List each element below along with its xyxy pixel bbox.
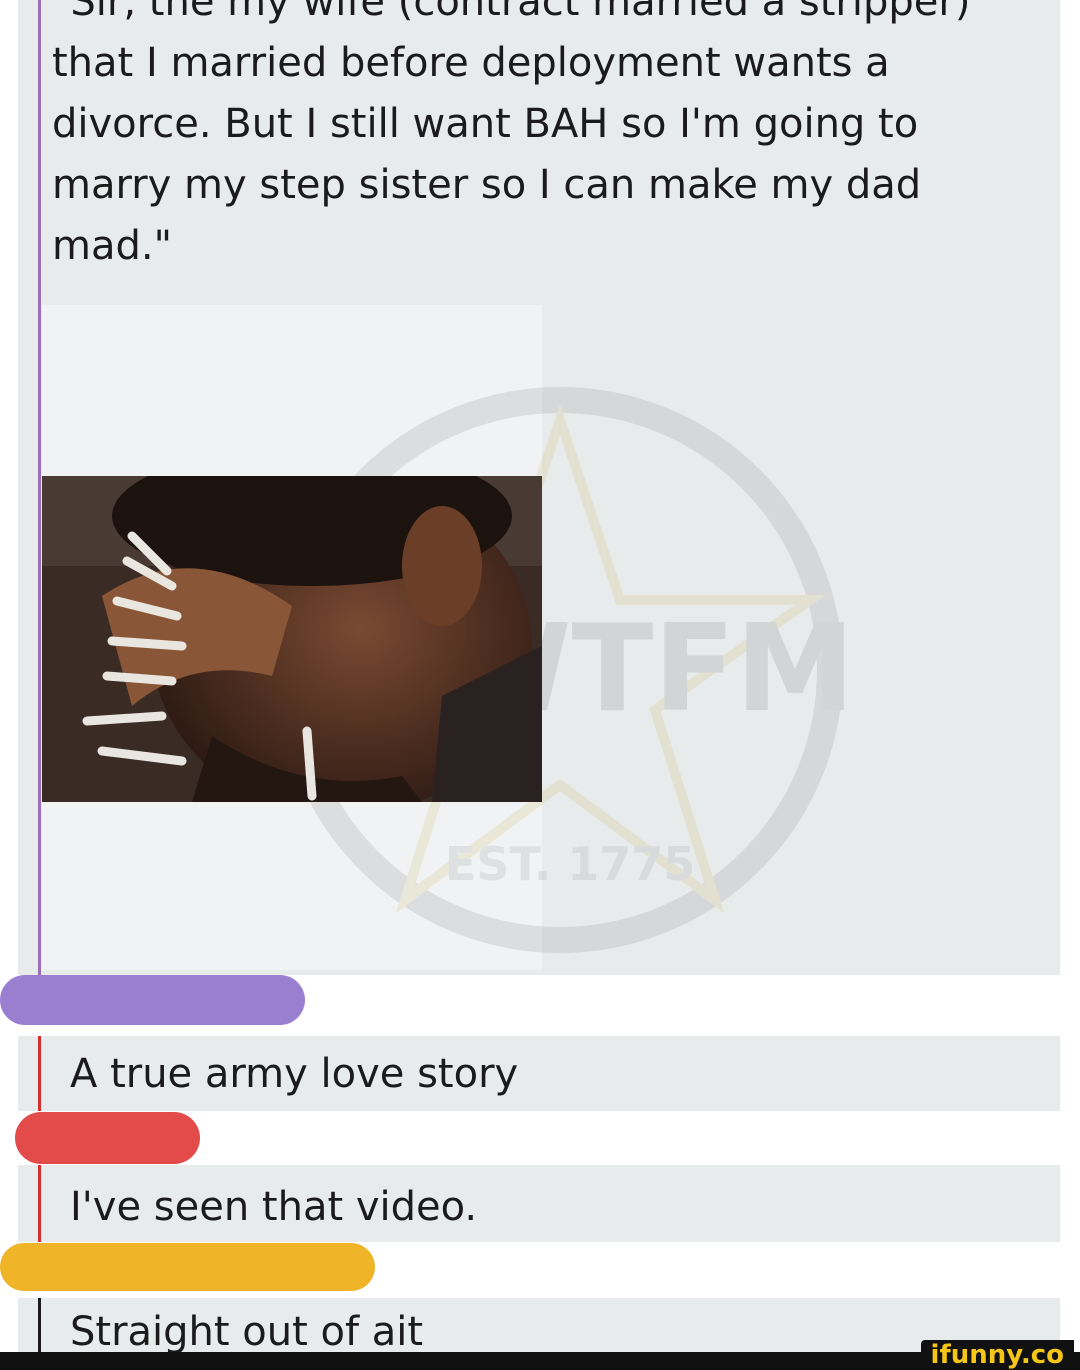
reply-1: A true army love story bbox=[18, 1036, 1060, 1111]
reply-2: I've seen that video. bbox=[18, 1165, 1060, 1242]
man-smoking-many-cigarettes-photo bbox=[42, 476, 542, 802]
reply-thread-line bbox=[38, 1165, 41, 1242]
reply-text: Straight out of ait bbox=[70, 1309, 424, 1352]
redacted-username-purple bbox=[0, 975, 305, 1025]
reply-text: I've seen that video. bbox=[70, 1184, 478, 1230]
man-smoking-photo bbox=[42, 476, 542, 802]
post-text: "Sir, the my wife (contract married a st… bbox=[52, 0, 971, 269]
reply-text: A true army love story bbox=[70, 1051, 519, 1097]
redacted-username-red bbox=[15, 1112, 200, 1164]
ifunny-logo: ifunny.co bbox=[920, 1340, 1074, 1370]
reply-3: Straight out of ait bbox=[18, 1298, 1060, 1352]
thread-line bbox=[38, 0, 41, 975]
reply-thread-line bbox=[38, 1036, 41, 1111]
reply-thread-line bbox=[38, 1298, 41, 1352]
footer-bar bbox=[0, 1352, 1080, 1370]
redacted-username-yellow bbox=[0, 1243, 375, 1291]
watermark-est: EST. 1775 bbox=[445, 837, 695, 891]
